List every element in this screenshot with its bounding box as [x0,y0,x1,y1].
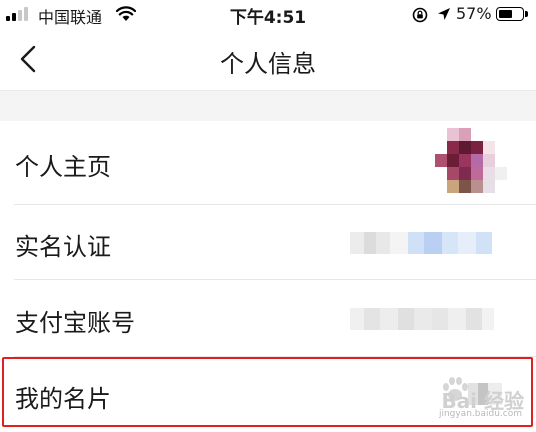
avatar-pixel [495,128,507,141]
list-item-label: 支付宝账号 [15,309,135,337]
avatar-pixel [483,141,495,154]
blurred-value [350,232,492,254]
avatar-pixel [447,167,459,180]
blurred-value [350,308,494,330]
list-item-business-card[interactable]: 我的名片 [0,357,536,429]
avatar-pixel [471,180,483,193]
list-item-label: 实名认证 [15,233,111,261]
battery-percent: 57% [456,4,492,23]
avatar-pixel [459,154,471,167]
location-arrow-icon [436,6,452,26]
avatar-pixel [459,167,471,180]
avatar-pixel [435,180,447,193]
avatar-pixel [495,154,507,167]
avatar-pixel [471,128,483,141]
avatar-pixel [483,180,495,193]
avatar-pixel [483,154,495,167]
page-title: 个人信息 [220,50,316,78]
avatar [435,128,507,193]
avatar-pixel [447,141,459,154]
list-item-label: 我的名片 [15,385,111,413]
avatar-pixel [495,141,507,154]
nav-bar: 个人信息 [0,30,536,90]
avatar-pixel [471,154,483,167]
avatar-pixel [459,180,471,193]
avatar-pixel [447,154,459,167]
avatar-pixel [435,154,447,167]
avatar-pixel [471,167,483,180]
list-item-profile[interactable]: 个人主页 [0,120,536,204]
list-item-alipay[interactable]: 支付宝账号 [0,280,536,356]
avatar-pixel [459,128,471,141]
blurred-value [468,383,502,405]
avatar-pixel [447,128,459,141]
avatar-pixel [435,128,447,141]
list-item-real-name[interactable]: 实名认证 [0,205,536,279]
list-item-label: 个人主页 [15,153,111,181]
avatar-pixel [471,141,483,154]
battery-icon [496,7,528,21]
rotation-lock-icon [412,7,428,27]
avatar-pixel [435,167,447,180]
avatar-pixel [483,128,495,141]
avatar-pixel [447,180,459,193]
avatar-pixel [435,141,447,154]
avatar-pixel [495,180,507,193]
section-gap [0,90,536,121]
avatar-pixel [459,141,471,154]
status-bar: 中国联通 下午4:51 57% [0,0,536,30]
avatar-pixel [483,167,495,180]
avatar-pixel [495,167,507,180]
